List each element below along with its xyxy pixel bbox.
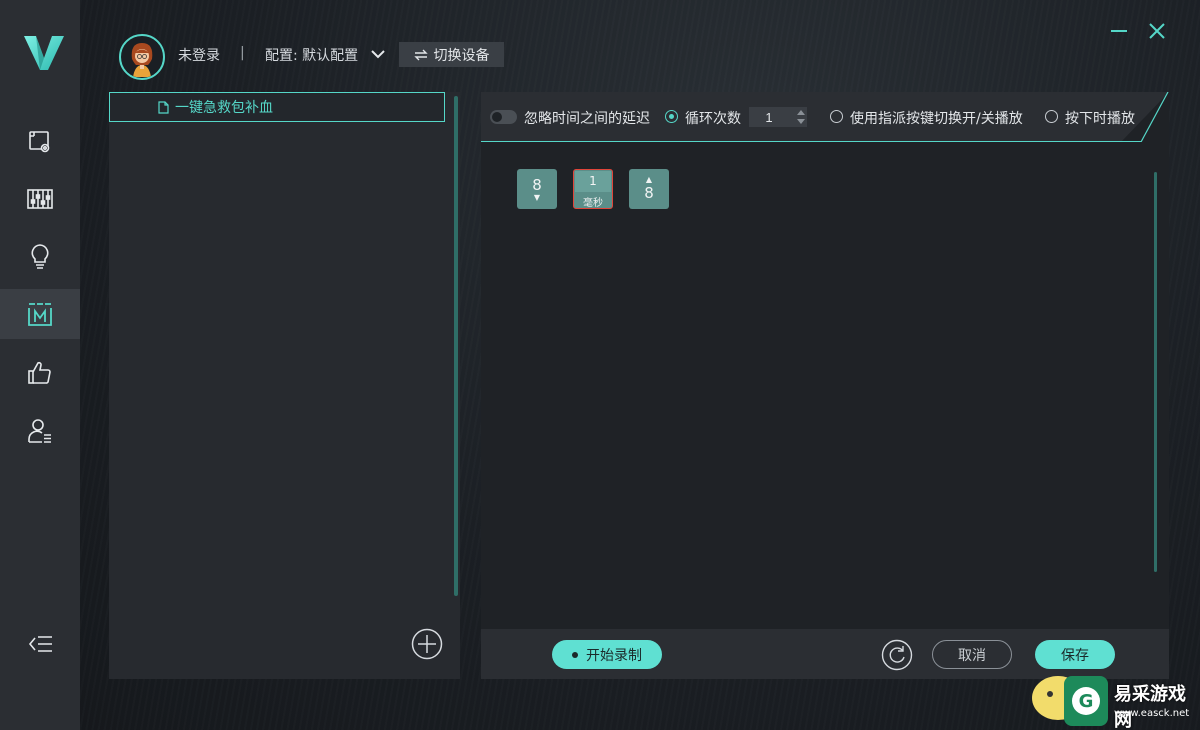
loop-count-label: 循环次数: [685, 111, 741, 127]
header-separator: |: [240, 45, 245, 61]
close-icon[interactable]: [1148, 22, 1166, 40]
macro-list-item-label: 一键急救包补血: [175, 100, 273, 116]
thumbs-up-icon: [28, 361, 51, 384]
delay-unit: 毫秒: [583, 198, 603, 209]
sidebar-item-account[interactable]: [0, 406, 80, 456]
cancel-button[interactable]: 取消: [932, 640, 1012, 669]
editor-scrollbar[interactable]: [1154, 172, 1157, 572]
sidebar-item-equalizer[interactable]: [0, 174, 80, 224]
ignore-delay-toggle[interactable]: [490, 110, 517, 124]
user-list-icon: [28, 419, 51, 443]
app-logo: [24, 36, 64, 70]
collapse-menu-icon[interactable]: [27, 630, 55, 658]
arrow-up-icon: ▲: [645, 175, 653, 184]
macro-editor: 忽略时间之间的延迟 循环次数 使用指派按键切换开/关播放 按下时播放 8 ▼ 1…: [481, 92, 1169, 679]
key-label: 8: [644, 184, 654, 202]
macro-list-item[interactable]: 一键急救包补血: [109, 92, 445, 122]
screen-gear-icon: [29, 131, 50, 153]
login-status[interactable]: 未登录: [178, 45, 220, 65]
sidebar-item-lighting[interactable]: [0, 231, 80, 281]
switch-device-label: 切换设备: [433, 47, 490, 64]
switch-device-button[interactable]: 切换设备: [399, 42, 504, 67]
macro-steps-area: [481, 147, 1169, 629]
watermark: G 易采游戏网 www.easck.net: [1028, 662, 1200, 730]
key-up-step[interactable]: ▲ 8: [629, 169, 669, 209]
record-dot-icon: [572, 651, 578, 658]
toolbar-corner-accent: [1121, 92, 1169, 142]
document-icon: [158, 100, 169, 114]
delay-step[interactable]: 1 毫秒: [573, 169, 613, 209]
chevron-down-icon[interactable]: [370, 46, 386, 62]
watermark-site-name: 易采游戏网: [1114, 684, 1186, 730]
hold-play-radio[interactable]: [1045, 110, 1058, 123]
key-label: 8: [532, 176, 542, 194]
macro-toolbar: 忽略时间之间的延迟 循环次数 使用指派按键切换开/关播放 按下时播放: [481, 92, 1169, 142]
sidebar-item-screen-settings[interactable]: [0, 117, 80, 167]
toggle-play-label: 使用指派按键切换开/关播放: [850, 111, 1023, 127]
list-scrollbar[interactable]: [454, 96, 458, 596]
macro-m-icon: [28, 303, 52, 326]
ignore-delay-label: 忽略时间之间的延迟: [524, 111, 650, 127]
toolbar-underline: [481, 141, 1141, 142]
user-avatar-icon: [122, 37, 162, 77]
swap-arrows-icon: [413, 49, 428, 60]
cancel-label: 取消: [958, 647, 986, 664]
plus-circle-icon[interactable]: [411, 628, 443, 660]
lightbulb-icon: [31, 244, 49, 269]
key-down-step[interactable]: 8 ▼: [517, 169, 557, 209]
sidebar-item-macro[interactable]: [0, 289, 80, 339]
spinner-arrows-icon[interactable]: [795, 108, 807, 126]
delay-value[interactable]: 1: [575, 171, 611, 192]
watermark-site-url: www.easck.net: [1114, 708, 1190, 719]
arrow-down-icon: ▼: [533, 193, 541, 202]
sidebar: [0, 0, 80, 730]
start-record-button[interactable]: 开始录制: [552, 640, 662, 669]
config-selector-label[interactable]: 配置: 默认配置: [265, 45, 358, 65]
loop-count-radio[interactable]: [665, 110, 678, 123]
refresh-icon[interactable]: [881, 639, 913, 671]
sidebar-item-recommend[interactable]: [0, 348, 80, 398]
minimize-icon[interactable]: [1110, 22, 1128, 40]
sliders-icon: [27, 189, 53, 209]
svg-text:G: G: [1079, 691, 1094, 712]
avatar[interactable]: [119, 34, 165, 80]
macro-list-panel: 一键急救包补血: [109, 92, 460, 679]
start-record-label: 开始录制: [586, 647, 642, 664]
toggle-play-radio[interactable]: [830, 110, 843, 123]
